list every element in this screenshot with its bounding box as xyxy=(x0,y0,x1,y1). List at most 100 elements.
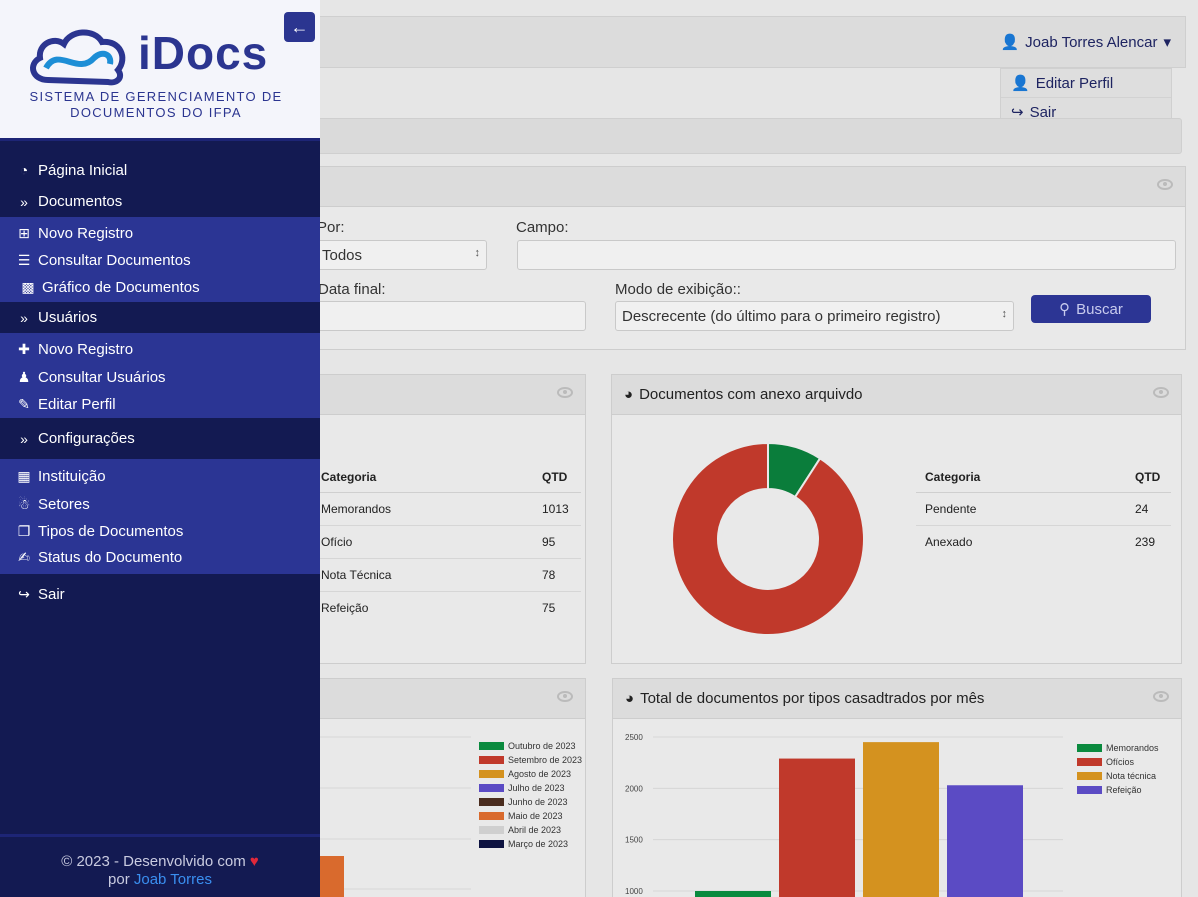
legend-label: Junho de 2023 xyxy=(508,797,568,807)
documentos-submenu: ⊞ Novo Registro ☰ Consultar Documentos ▩… xyxy=(0,217,320,302)
attachment-donut-chart xyxy=(671,441,865,636)
table-cell: Anexado xyxy=(925,535,973,549)
y-tick-label: 1000 xyxy=(625,887,643,896)
legend-label: Ofícios xyxy=(1106,757,1135,767)
author-link[interactable]: Joab Torres xyxy=(134,871,212,888)
tagline-line: DOCUMENTOS DO IFPA xyxy=(70,105,242,120)
legend-item[interactable]: Setembro de 2023 xyxy=(479,753,582,767)
panel-header xyxy=(311,679,585,719)
sidebar-item-tipos-documentos[interactable]: ❐ Tipos de Documentos xyxy=(0,518,320,544)
legend-item[interactable]: Abril de 2023 xyxy=(479,823,582,837)
legend-label: Memorandos xyxy=(1106,743,1159,753)
sidebar-item-usuarios[interactable]: » Usuários xyxy=(0,302,320,333)
eye-icon[interactable] xyxy=(1153,691,1169,702)
column-header: QTD xyxy=(533,461,581,493)
legend-item[interactable]: Ofícios xyxy=(1077,755,1159,769)
legend-item[interactable]: Nota técnica xyxy=(1077,769,1159,783)
sidebar-item-label: Usuários xyxy=(38,309,98,326)
arrow-left-icon: ← xyxy=(290,16,309,37)
sidebar-item-setores[interactable]: ☃ Setores xyxy=(0,490,320,518)
legend-label: Refeição xyxy=(1106,785,1142,795)
table-cell: Ofício xyxy=(311,525,533,559)
file-signature-icon: ✍ xyxy=(18,548,30,565)
menu-item-edit-profile[interactable]: 👤 Editar Perfil xyxy=(1001,69,1171,98)
table-cell: Memorandos xyxy=(311,492,533,526)
configuracoes-submenu: ▦ Instituição ☃ Setores ❐ Tipos de Docum… xyxy=(0,459,320,574)
double-chevron-right-icon: » xyxy=(20,309,28,326)
table-cell: 75 xyxy=(542,601,556,615)
list-check-icon: ☰ xyxy=(17,252,31,268)
sidebar-item-label: Tipos de Documentos xyxy=(38,522,184,540)
legend-item[interactable]: Junho de 2023 xyxy=(479,795,582,809)
eye-icon[interactable] xyxy=(557,387,573,398)
table-row: Anexado 239 xyxy=(916,526,1171,559)
sidebar-item-editar-perfil[interactable]: ✎ Editar Perfil xyxy=(0,391,320,418)
top-navbar: 👤 Joab Torres Alencar ▾ xyxy=(310,16,1186,68)
filter-data-final-input[interactable] xyxy=(307,301,586,331)
cloud-logo-icon xyxy=(30,29,126,86)
y-tick-label: 1500 xyxy=(625,836,643,845)
table-cell: Refeição xyxy=(321,601,369,615)
legend-item[interactable]: Agosto de 2023 xyxy=(479,767,582,781)
sidebar-item-label: Setores xyxy=(38,495,90,513)
sidebar-item-status-documento[interactable]: ✍ Status do Documento xyxy=(0,544,320,570)
legend-item[interactable]: Maio de 2023 xyxy=(479,809,582,823)
legend-item[interactable]: Julho de 2023 xyxy=(479,781,582,795)
sidebar-nav: ◔ Página Inicial » Documentos ⊞ Novo Reg… xyxy=(0,154,320,614)
sidebar-item-label: Consultar Usuários xyxy=(38,368,166,386)
legend-swatch xyxy=(479,770,504,778)
sidebar-item-documentos[interactable]: » Documentos xyxy=(0,186,320,217)
eye-icon[interactable] xyxy=(1153,387,1169,398)
donut-slice-anexado xyxy=(671,441,865,636)
table-row: Refeição 75 xyxy=(311,592,581,625)
brand-tagline: SISTEMA DE GERENCIAMENTO DE DOCUMENTOS D… xyxy=(0,89,312,121)
filter-campo-label: Campo: xyxy=(516,219,569,236)
filter-campo-input[interactable] xyxy=(517,240,1176,270)
eye-icon[interactable] xyxy=(557,691,573,702)
filter-por-select[interactable]: Todos ↕ xyxy=(315,240,487,270)
sidebar-item-configuracoes[interactable]: » Configurações xyxy=(0,418,320,459)
table-cell: Pendente xyxy=(916,492,1126,526)
panel-title: Documentos com anexo arquivdo xyxy=(639,386,863,403)
collapse-sidebar-button[interactable]: ← xyxy=(284,12,315,42)
table-cell: 95 xyxy=(533,525,581,559)
user-dropdown-toggle[interactable]: 👤 Joab Torres Alencar ▾ xyxy=(1000,33,1171,52)
select-arrows-icon: ↕ xyxy=(474,247,481,259)
legend-item[interactable]: Memorandos xyxy=(1077,741,1159,755)
panel-header xyxy=(311,167,1185,207)
legend-label: Nota técnica xyxy=(1106,771,1157,781)
legend-swatch xyxy=(479,798,504,806)
types-per-month-bar-chart: 2500 2000 1500 1000 xyxy=(625,733,1063,897)
filter-data-final-label: Data final: xyxy=(318,281,386,298)
chart-bar xyxy=(947,785,1023,897)
sidebar-item-label: Documentos xyxy=(38,193,123,210)
filter-modo-select[interactable]: Descrecente (do último para o primeiro r… xyxy=(615,301,1014,331)
eye-icon[interactable] xyxy=(1157,179,1173,190)
sidebar-item-sair[interactable]: ↪ Sair xyxy=(0,574,320,614)
table-cell: 24 xyxy=(1126,492,1171,526)
table-header-row: Categoria QTD xyxy=(916,461,1171,493)
legend-label: Abril de 2023 xyxy=(508,825,562,835)
sidebar-item-home[interactable]: ◔ Página Inicial xyxy=(0,154,320,186)
legend-item[interactable]: Outubro de 2023 xyxy=(479,739,582,753)
search-button[interactable]: ⚲ Buscar xyxy=(1031,295,1151,323)
sidebar-item-grafico-documentos[interactable]: ▩ Gráfico de Documentos xyxy=(0,274,320,301)
documents-by-type-table: Categoria QTD Memorandos 1013 Ofício 95 No… xyxy=(311,461,581,624)
legend-swatch xyxy=(479,784,504,792)
column-header: Categoria xyxy=(916,461,1126,493)
sidebar-item-consultar-documentos[interactable]: ☰ Consultar Documentos xyxy=(0,247,320,274)
sidebar-item-novo-registro-usuario[interactable]: ✚ Novo Registro xyxy=(0,335,320,363)
sidebar-item-instituicao[interactable]: ▦ Instituição xyxy=(0,462,320,490)
legend-swatch xyxy=(1077,758,1102,766)
sidebar-item-novo-registro-documento[interactable]: ⊞ Novo Registro xyxy=(0,219,320,247)
legend-item[interactable]: Março de 2023 xyxy=(479,837,582,851)
sidebar-item-consultar-usuarios[interactable]: ♟ Consultar Usuários xyxy=(0,363,320,391)
legend-label: Setembro de 2023 xyxy=(508,755,583,765)
legend-swatch xyxy=(1077,744,1102,752)
legend-label: Março de 2023 xyxy=(508,839,569,849)
panel-header: ◕ Documentos com anexo arquivdo xyxy=(612,375,1181,415)
legend-item[interactable]: Refeição xyxy=(1077,783,1159,797)
search-button-label: Buscar xyxy=(1076,300,1123,318)
pie-chart-icon: ◕ xyxy=(624,386,634,403)
legend-swatch xyxy=(479,812,504,820)
